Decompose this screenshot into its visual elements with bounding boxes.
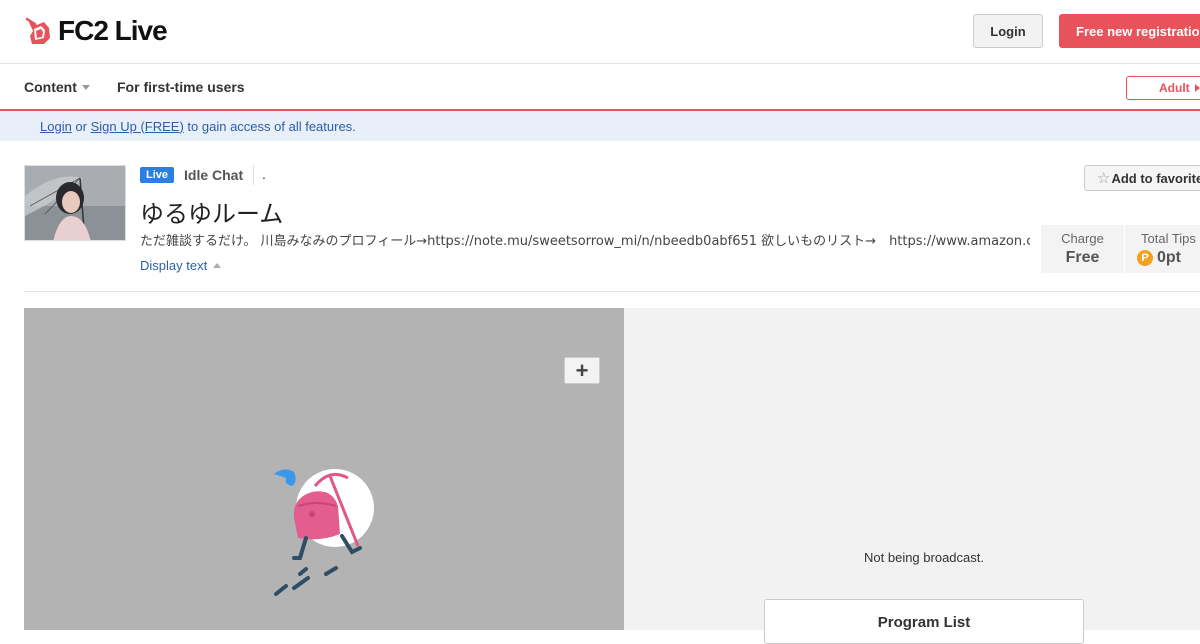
fc2-live-logo[interactable]: FC2 Live <box>24 14 168 48</box>
point-coin-icon: P <box>1137 250 1153 266</box>
charge-stat: Charge Free <box>1041 231 1124 267</box>
notice-or-text: or <box>71 118 91 134</box>
nav-first-time-users[interactable]: For first-time users <box>117 79 245 95</box>
avatar-photo <box>25 166 125 240</box>
channel-category[interactable]: Idle Chat <box>184 167 243 183</box>
adult-label: Adult <box>1159 81 1190 95</box>
channel-title: ゆるゆルーム <box>140 200 284 228</box>
charge-value: Free <box>1065 249 1100 266</box>
charge-label: Charge <box>1061 231 1104 246</box>
display-text-label: Display text <box>140 258 208 273</box>
unicorn-logo-icon <box>25 17 50 44</box>
register-button[interactable]: Free new registration <box>1059 14 1200 48</box>
channel-avatar[interactable] <box>24 165 126 241</box>
program-side-panel: Not being broadcast. Program List <box>624 308 1200 644</box>
tips-label: Total Tips <box>1141 231 1196 246</box>
adult-button[interactable]: Adult <box>1126 76 1200 100</box>
broadcast-status-text: Not being broadcast. <box>864 550 984 565</box>
channel-stats: Charge Free Total Tips P 0pt <box>1041 225 1200 273</box>
tips-value: 0pt <box>1157 249 1181 266</box>
notice-rest-text: to gain access of all features. <box>183 118 356 134</box>
notice-signup-link[interactable]: Sign Up (FREE) <box>91 119 184 134</box>
category-divider <box>253 165 254 185</box>
add-to-favorites-button[interactable]: ☆ Add to favorites <box>1084 165 1200 191</box>
tips-value-row: P 0pt <box>1137 249 1200 267</box>
display-text-toggle[interactable]: Display text <box>140 258 222 273</box>
login-button[interactable]: Login <box>973 14 1043 48</box>
offline-mascot-illustration <box>274 469 374 596</box>
expand-plus-icon[interactable]: + <box>564 357 600 384</box>
channel-description: ただ雑談するだけ。 川島みなみのプロフィール→https://note.mu/s… <box>140 234 1030 249</box>
notice-login-link[interactable]: Login <box>40 119 72 134</box>
category-extra: . <box>262 166 266 182</box>
site-header: FC2 Live Login Free new registration <box>0 0 1200 64</box>
nav-content-label: Content <box>24 79 77 95</box>
logo-text: FC2 Live <box>58 15 168 46</box>
live-badge: Live <box>140 167 174 183</box>
chevron-right-icon <box>1194 84 1200 92</box>
star-icon: ☆ <box>1097 169 1111 187</box>
main-nav: Content For first-time users Adult <box>0 64 1200 111</box>
chevron-up-icon <box>213 263 222 268</box>
chevron-down-icon <box>81 84 90 90</box>
tips-stat: Total Tips P 0pt <box>1125 231 1200 267</box>
favorites-label: Add to favorites <box>1111 170 1200 186</box>
video-player[interactable]: + <box>24 308 624 630</box>
program-list-button[interactable]: Program List <box>764 599 1084 644</box>
login-notice-bar: Login or Sign Up (FREE) to gain access o… <box>0 111 1200 141</box>
nav-content-dropdown[interactable]: Content <box>24 79 90 95</box>
section-divider <box>24 291 1200 292</box>
